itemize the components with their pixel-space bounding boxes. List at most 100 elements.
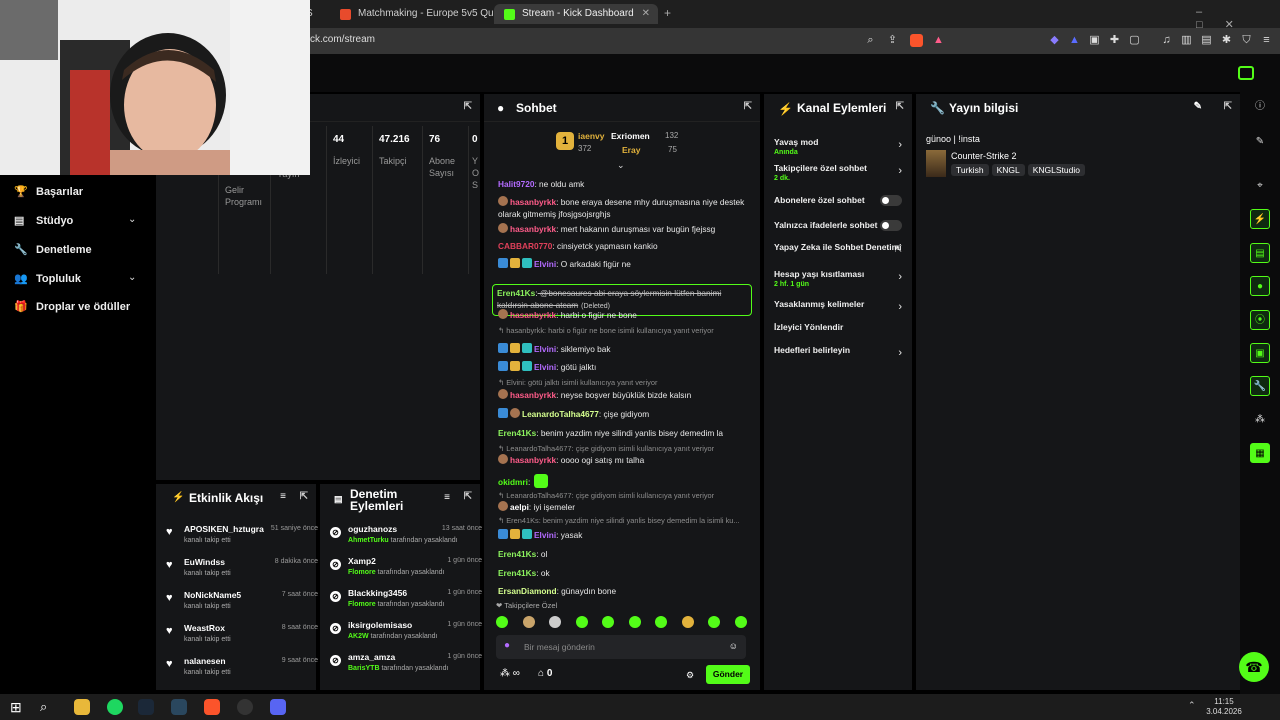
emote-icon[interactable] <box>496 616 508 628</box>
emote-icon[interactable] <box>602 616 614 628</box>
top-gifter-name[interactable]: iaenvy <box>578 131 604 141</box>
points-icon[interactable]: ⁂ ∞ <box>500 668 520 679</box>
banned-username[interactable]: Blackking3456 <box>348 588 407 598</box>
chat-message[interactable]: LeanardoTalha4677: çişe gidiyom <box>498 408 750 420</box>
menu-icon[interactable]: ≡ <box>1260 34 1273 47</box>
emoji-icon[interactable]: ☺ <box>729 641 738 651</box>
chat-username[interactable]: Elvini <box>534 344 556 354</box>
chat-message[interactable]: ErsanDiamond: günaydın bone <box>498 585 750 597</box>
zoom-icon[interactable]: ⌕ <box>864 34 877 47</box>
users-icon[interactable]: ⁂ <box>1250 410 1270 430</box>
chat-username[interactable]: Eren41Ks <box>498 549 536 559</box>
moderator-name[interactable]: AhmetTurku <box>348 537 389 544</box>
toggle-switch[interactable] <box>880 220 902 231</box>
send-button[interactable]: Gönder <box>706 665 750 684</box>
chat-username[interactable]: Eren41Ks <box>498 428 536 438</box>
active-panel-icon[interactable]: ▦ <box>1250 443 1270 463</box>
vpn-icon[interactable]: ⛉ <box>1240 34 1253 47</box>
channel-action-5[interactable]: Hesap yaşı kısıtlaması 2 hf. 1 gün <box>774 269 906 290</box>
sidebar-item-topluluk[interactable]: 👥 Topluluk <box>14 272 81 285</box>
banned-username[interactable]: Xamp2 <box>348 556 376 566</box>
pinned-expand-icon[interactable]: ⌄ <box>617 160 625 171</box>
emote-icon[interactable] <box>628 616 641 628</box>
file-explorer-icon[interactable] <box>74 699 90 715</box>
chat-username[interactable]: aelpi <box>510 502 529 512</box>
url-field[interactable]: ck.com/stream <box>310 34 375 45</box>
media-icon[interactable]: ♫ <box>1160 34 1173 47</box>
channel-action-4[interactable]: Yapay Zeka ile Sohbet Denetimi <box>774 242 906 252</box>
filter-icon[interactable]: ≡ <box>444 492 450 503</box>
chat-username[interactable]: okidmri <box>498 477 528 487</box>
chevron-right-icon[interactable]: › <box>898 347 902 359</box>
quick-actions-icon[interactable]: ⚡ <box>1250 209 1270 229</box>
chat-message[interactable]: hasanbyrkk: neyse boşver büyüklük bizde … <box>498 389 750 401</box>
chat-message[interactable]: Elvini: O arkadaki figür ne <box>498 258 750 270</box>
filter-icon[interactable]: ≡ <box>280 491 286 502</box>
tools-icon[interactable]: 🔧 <box>1250 376 1270 396</box>
sidebar-toggle-icon[interactable]: ▥ <box>1180 34 1193 47</box>
popout-icon[interactable]: ⇱ <box>300 491 308 502</box>
chat-message[interactable]: Elvini: siklemiyo bak <box>498 343 750 355</box>
brave-icon[interactable] <box>204 699 220 715</box>
activity-username[interactable]: EuWindss <box>184 557 225 567</box>
chat-username[interactable]: CABBAR0770 <box>498 241 552 251</box>
chevron-right-icon[interactable]: › <box>898 139 902 151</box>
obs-icon[interactable] <box>237 699 253 715</box>
chat-username[interactable]: hasanbyrkk <box>510 197 556 207</box>
channel-action-7[interactable]: İzleyici Yönlendir <box>774 322 906 332</box>
chat-username[interactable]: hasanbyrkk <box>510 224 556 234</box>
close-tab-icon[interactable]: ✕ <box>642 4 650 24</box>
capture-icon[interactable]: ⌖ <box>1250 176 1270 196</box>
sidebar-item-studyo[interactable]: ▤ Stüdyo <box>14 214 73 227</box>
activity-username[interactable]: nalanesen <box>184 656 226 666</box>
tag[interactable]: KNGL <box>991 164 1025 176</box>
extension-icon[interactable]: ▣ <box>1088 34 1101 47</box>
moderator-name[interactable]: AK2W <box>348 633 369 640</box>
chat-message[interactable]: Eren41Ks: benim yazdim niye silindi yanl… <box>498 427 750 439</box>
popout-icon[interactable]: ⇱ <box>1224 101 1232 112</box>
chat-username[interactable]: LeanardoTalha4677 <box>522 409 599 419</box>
chat-message[interactable]: okidmri: <box>498 474 750 488</box>
chat-message[interactable]: hasanbyrkk: harbi o figür ne bone <box>498 309 750 321</box>
broadcast-icon[interactable]: ⦿ <box>1250 310 1270 330</box>
chat-username[interactable]: hasanbyrkk <box>510 455 556 465</box>
emote-icon[interactable] <box>655 616 667 628</box>
banned-username[interactable]: oguzhanozs <box>348 524 397 534</box>
moderator-name[interactable]: Flomore <box>348 601 376 608</box>
external-link-icon[interactable]: ⇱ <box>894 244 902 255</box>
store-icon[interactable]: ⌂ 0 <box>538 668 552 679</box>
channel-action-8[interactable]: Hedefleri belirleyin <box>774 345 906 355</box>
chevron-down-icon[interactable]: ⌄ <box>128 272 136 283</box>
extension-icon[interactable]: ▲ <box>1068 34 1081 47</box>
emote-icon[interactable] <box>522 616 535 628</box>
chat-username[interactable]: Eren41Ks <box>498 568 536 578</box>
popout-icon[interactable]: ⇱ <box>896 101 904 112</box>
mic-icon[interactable]: ● <box>504 640 510 651</box>
sidebar-item-droplar[interactable]: 🎁 Droplar ve ödüller <box>14 300 130 313</box>
chat-message[interactable]: hasanbyrkk: oooo ogi satış mı talha <box>498 454 750 466</box>
moderator-name[interactable]: Flomore <box>348 569 376 576</box>
chat-message[interactable]: hasanbyrkk: bone eraya desene mhy duruşm… <box>498 196 750 220</box>
search-icon[interactable]: ⌕ <box>40 699 56 715</box>
chat-message[interactable]: CABBAR0770: cinsiyetck yapmasın kankio <box>498 240 750 252</box>
windows-start-icon[interactable]: ⊞ <box>10 699 26 715</box>
share-icon[interactable]: ⇪ <box>886 34 899 47</box>
spotify-icon[interactable] <box>107 699 123 715</box>
notes-icon[interactable]: ▤ <box>1250 243 1270 263</box>
activity-username[interactable]: WeastRox <box>184 623 225 633</box>
steam-icon[interactable] <box>138 699 154 715</box>
activity-username[interactable]: APOSIKEN_hztugra <box>184 524 264 534</box>
support-chat-icon[interactable]: ☎ <box>1239 652 1269 682</box>
chat-username[interactable]: Eren41Ks <box>497 288 535 298</box>
sidebar-item-basarilar[interactable]: 🏆 Başarılar <box>14 185 83 198</box>
chat-username[interactable]: hasanbyrkk <box>510 310 556 320</box>
channel-action-1[interactable]: Takipçilere özel sohbet 2 dk. <box>774 163 906 184</box>
discord-icon[interactable] <box>270 699 286 715</box>
chat-username[interactable]: Elvini <box>534 362 556 372</box>
emote-icon[interactable] <box>549 616 561 628</box>
emote-icon[interactable] <box>708 616 720 628</box>
edit-icon[interactable]: ✎ <box>1250 132 1270 152</box>
popout-icon[interactable]: ⇱ <box>744 101 752 112</box>
chevron-down-icon[interactable]: ⌄ <box>128 214 136 225</box>
video-icon[interactable]: ▣ <box>1250 343 1270 363</box>
